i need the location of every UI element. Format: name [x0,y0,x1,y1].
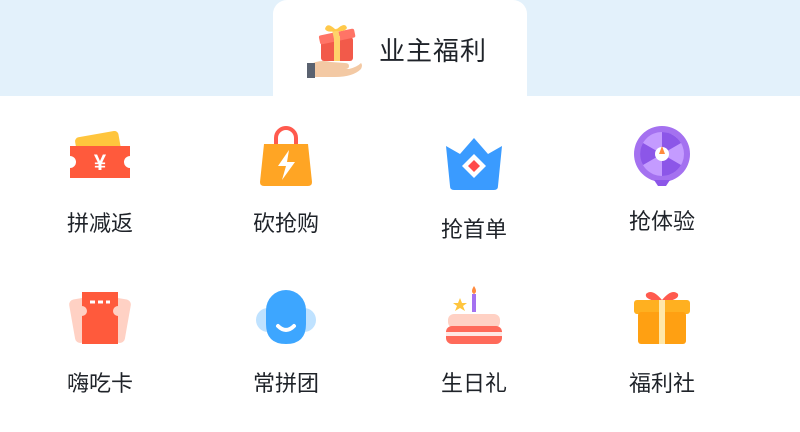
benefit-label: 福利社 [628,372,695,397]
benefit-label: 抢体验 [628,210,695,235]
benefit-item-fu-li-she[interactable]: 福利社 [562,284,762,398]
benefit-item-chang-pin-tuan[interactable]: 常拼团 [186,284,386,398]
svg-text:¥: ¥ [94,150,107,175]
birthday-cake-icon [446,286,502,344]
benefit-label: 生日礼 [440,372,507,397]
benefit-item-pin-jian-fan[interactable]: ¥ 拼减返 [0,124,200,238]
spin-wheel-icon [634,126,690,186]
benefit-item-qiang-ti-yan[interactable]: 抢体验 [562,122,762,236]
benefit-label: 嗨吃卡 [66,372,133,397]
crown-icon [446,138,502,190]
yuan-ticket-icon: ¥ [70,130,130,178]
benefit-item-sheng-ri-li[interactable]: 生日礼 [374,284,574,398]
gift-in-hand-icon [306,24,362,78]
tab-owner-benefits[interactable]: 业主福利 [273,0,527,98]
benefit-label: 砍抢购 [252,212,319,237]
food-card-icon [69,292,131,344]
gift-box-icon [634,292,690,344]
benefit-item-hai-chi-ka[interactable]: 嗨吃卡 [0,284,200,398]
group-people-icon [256,290,316,344]
benefit-label: 抢首单 [440,218,507,243]
tab-title: 业主福利 [378,36,487,67]
benefit-label: 常拼团 [252,372,319,397]
benefit-item-kan-qiang-gou[interactable]: 砍抢购 [186,124,386,238]
benefits-grid: ¥ 拼减返 砍抢购 抢首单 抢体验 嗨吃卡 常拼团 生日礼 福利社 [0,96,800,432]
benefit-label: 拼减返 [66,212,133,237]
shopping-bag-lightning-icon [260,126,312,186]
benefit-item-qiang-shou-dan[interactable]: 抢首单 [374,130,574,244]
